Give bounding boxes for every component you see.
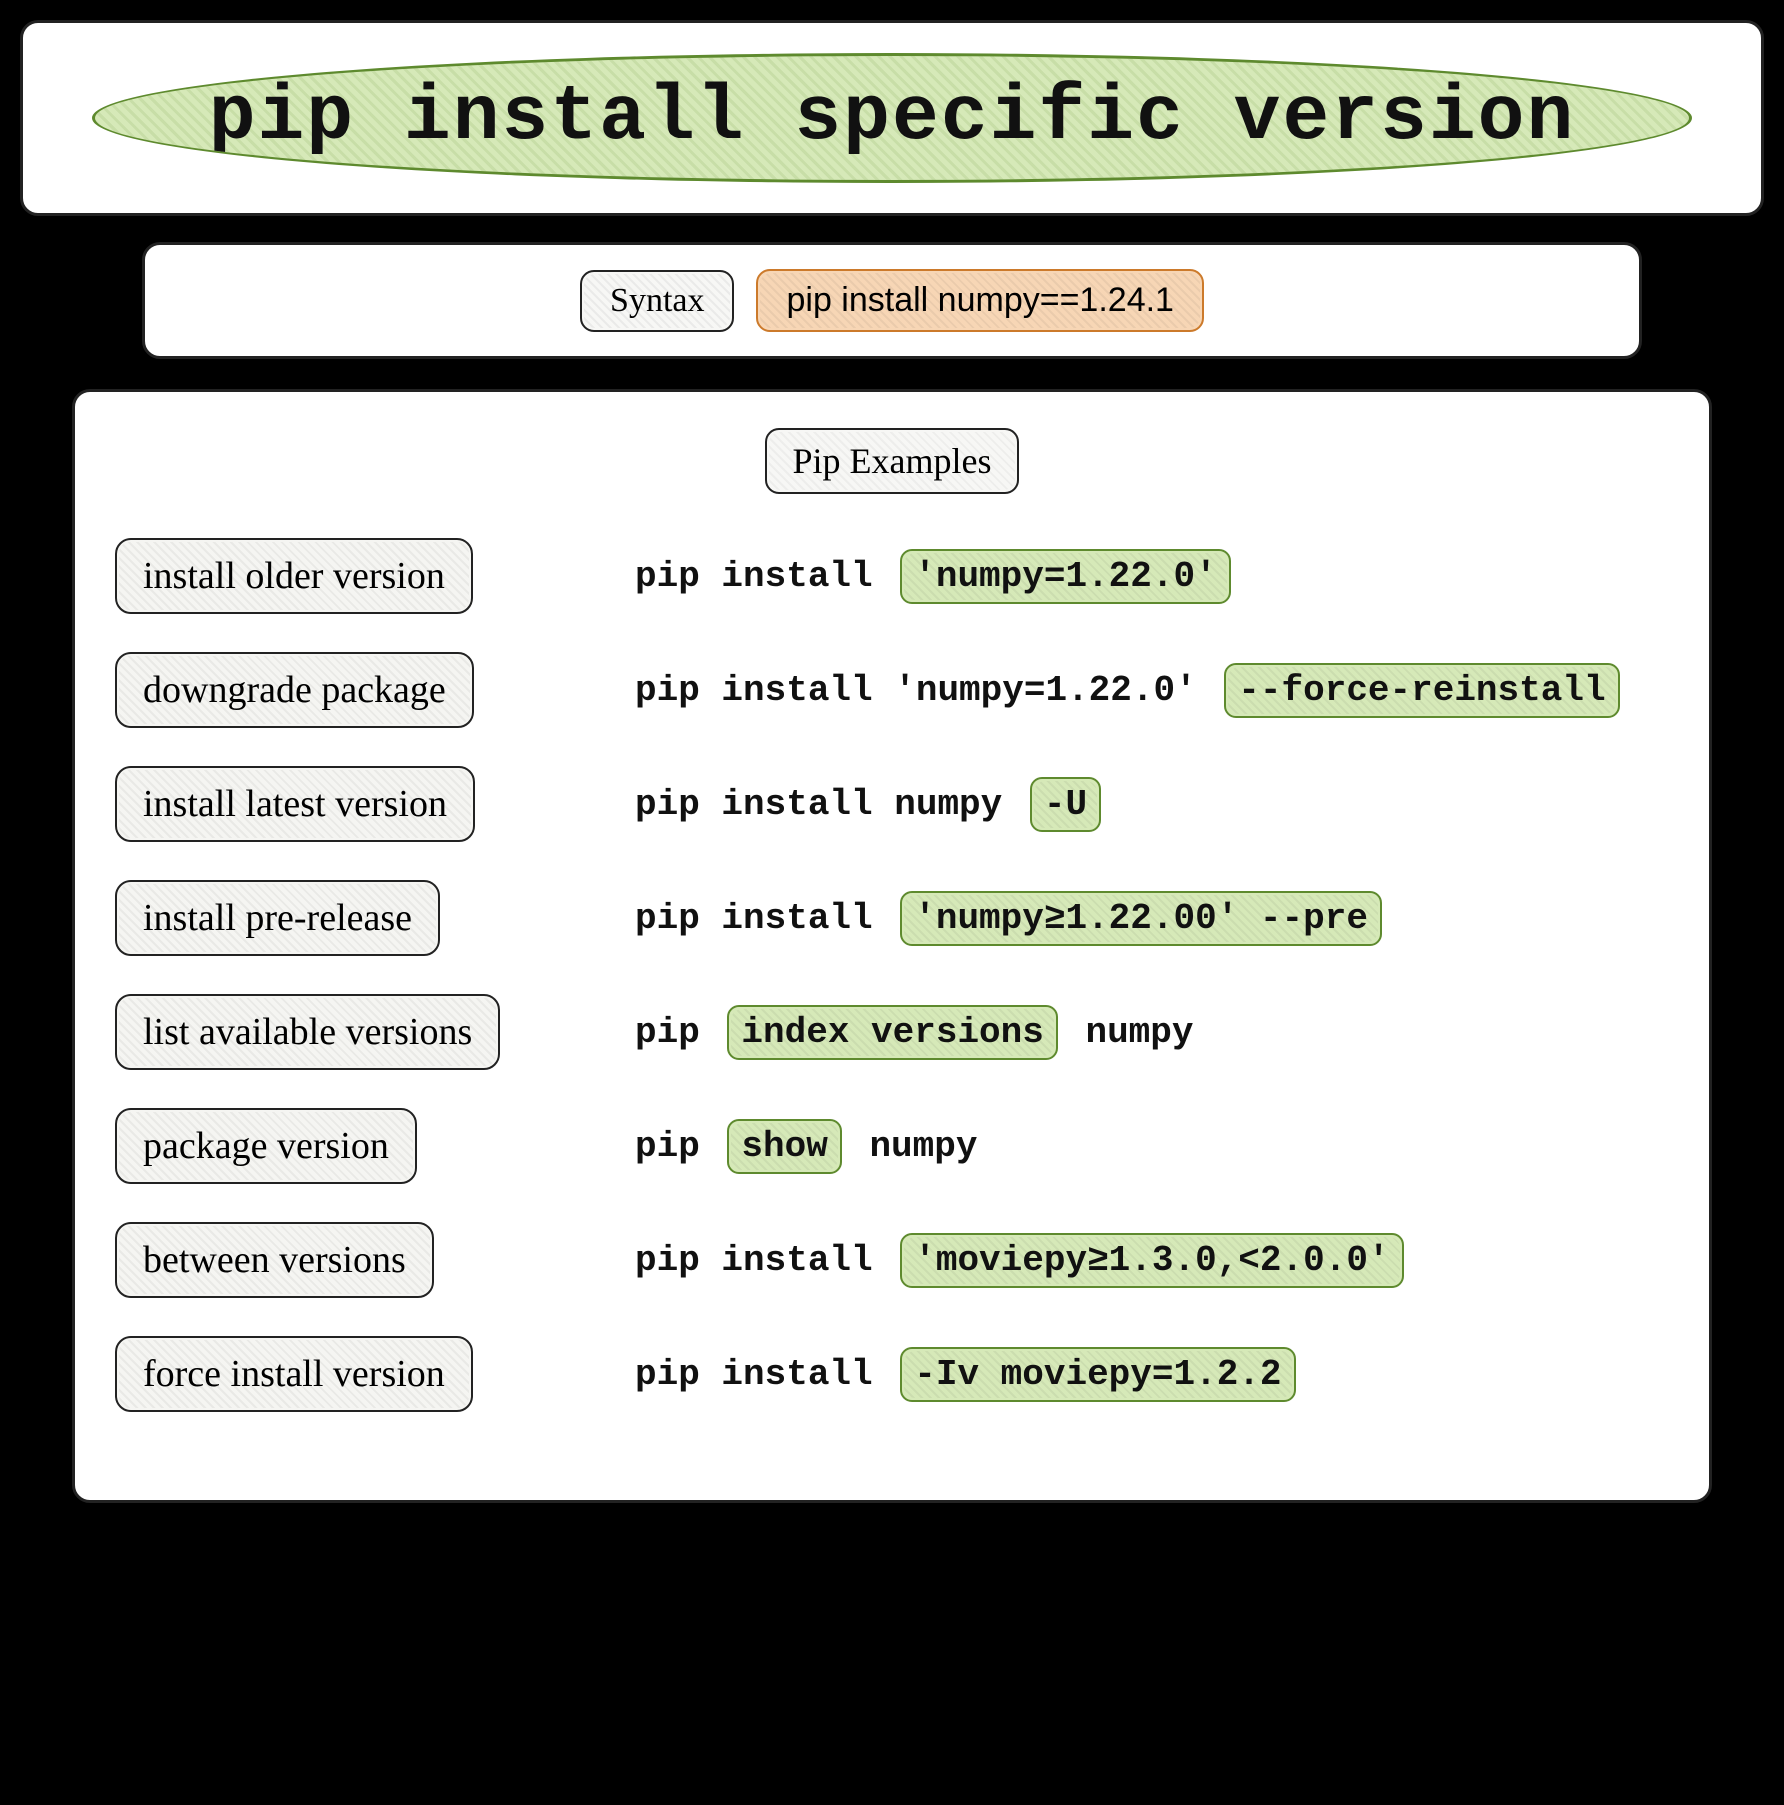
command-highlight: 'numpy=1.22.0' (900, 549, 1230, 604)
title-ellipse: pip install specific version (92, 53, 1692, 183)
example-row: install older version pip install 'numpy=… (115, 538, 1669, 614)
command-highlight: --force-reinstall (1224, 663, 1619, 718)
example-label: downgrade package (143, 669, 446, 711)
example-command: pip install numpy -U (635, 777, 1669, 832)
command-prefix: pip install numpy (635, 784, 1024, 825)
syntax-panel-wrap: Syntax pip install numpy==1.24.1 (142, 242, 1642, 359)
command-suffix: numpy (848, 1126, 978, 1167)
example-command: pip install -Iv moviepy=1.2.2 (635, 1347, 1669, 1402)
page-title: pip install specific version (209, 74, 1576, 162)
syntax-label-pill: Syntax (580, 270, 734, 332)
command-suffix: numpy (1064, 1012, 1194, 1053)
example-label: install pre-release (143, 897, 412, 939)
example-row: downgrade package pip install 'numpy=1.22… (115, 652, 1669, 728)
examples-list: install older version pip install 'numpy=… (115, 538, 1669, 1412)
example-label: package version (143, 1125, 389, 1167)
syntax-label: Syntax (610, 282, 704, 320)
example-command: pip install 'numpy≥1.22.00' --pre (635, 891, 1669, 946)
syntax-panel: Syntax pip install numpy==1.24.1 (142, 242, 1642, 359)
example-command: pip show numpy (635, 1119, 1669, 1174)
command-highlight-text: -U (1044, 784, 1087, 825)
example-label-pill: list available versions (115, 994, 500, 1070)
example-row: install latest version pip install numpy … (115, 766, 1669, 842)
section-title-row: Pip Examples (115, 428, 1669, 494)
command-prefix: pip install (635, 898, 894, 939)
example-row: between versions pip install 'moviepy≥1.3… (115, 1222, 1669, 1298)
command-highlight-text: -Iv moviepy=1.2.2 (914, 1354, 1281, 1395)
command-highlight-text: --force-reinstall (1238, 670, 1605, 711)
example-label: install older version (143, 555, 445, 597)
syntax-command: pip install numpy==1.24.1 (786, 281, 1173, 320)
command-prefix: pip install 'numpy=1.22.0' (635, 670, 1218, 711)
example-command: pip install 'numpy=1.22.0' (635, 549, 1669, 604)
example-label: install latest version (143, 783, 447, 825)
title-panel-wrap: pip install specific version (20, 20, 1764, 216)
command-highlight: -Iv moviepy=1.2.2 (900, 1347, 1295, 1402)
example-row: force install version pip install -Iv mov… (115, 1336, 1669, 1412)
title-panel: pip install specific version (20, 20, 1764, 216)
command-highlight-text: 'moviepy≥1.3.0,<2.0.0' (914, 1240, 1389, 1281)
example-label-pill: downgrade package (115, 652, 474, 728)
command-highlight: show (727, 1119, 841, 1174)
command-prefix: pip (635, 1126, 721, 1167)
example-label-pill: install older version (115, 538, 473, 614)
example-label-pill: between versions (115, 1222, 434, 1298)
example-command: pip install 'moviepy≥1.3.0,<2.0.0' (635, 1233, 1669, 1288)
command-highlight: 'numpy≥1.22.00' --pre (900, 891, 1382, 946)
example-command: pip install 'numpy=1.22.0' --force-reins… (635, 663, 1669, 718)
example-label: between versions (143, 1239, 406, 1281)
example-row: package version pip show numpy (115, 1108, 1669, 1184)
examples-panel: Pip Examples install older version pip in… (72, 389, 1712, 1503)
example-label: force install version (143, 1353, 445, 1395)
command-highlight: -U (1030, 777, 1101, 832)
example-row: install pre-release pip install 'numpy≥1.… (115, 880, 1669, 956)
command-highlight: index versions (727, 1005, 1057, 1060)
command-highlight-text: 'numpy≥1.22.00' --pre (914, 898, 1368, 939)
example-label: list available versions (143, 1011, 472, 1053)
section-title: Pip Examples (765, 428, 1020, 494)
syntax-command-pill: pip install numpy==1.24.1 (756, 269, 1203, 332)
example-label-pill: install pre-release (115, 880, 440, 956)
command-prefix: pip (635, 1012, 721, 1053)
command-prefix: pip install (635, 1354, 894, 1395)
example-label-pill: package version (115, 1108, 417, 1184)
command-highlight-text: 'numpy=1.22.0' (914, 556, 1216, 597)
command-highlight-text: show (741, 1126, 827, 1167)
example-label-pill: install latest version (115, 766, 475, 842)
command-highlight-text: index versions (741, 1012, 1043, 1053)
example-command: pip index versions numpy (635, 1005, 1669, 1060)
command-highlight: 'moviepy≥1.3.0,<2.0.0' (900, 1233, 1403, 1288)
example-label-pill: force install version (115, 1336, 473, 1412)
example-row: list available versions pip index version… (115, 994, 1669, 1070)
command-prefix: pip install (635, 556, 894, 597)
command-prefix: pip install (635, 1240, 894, 1281)
